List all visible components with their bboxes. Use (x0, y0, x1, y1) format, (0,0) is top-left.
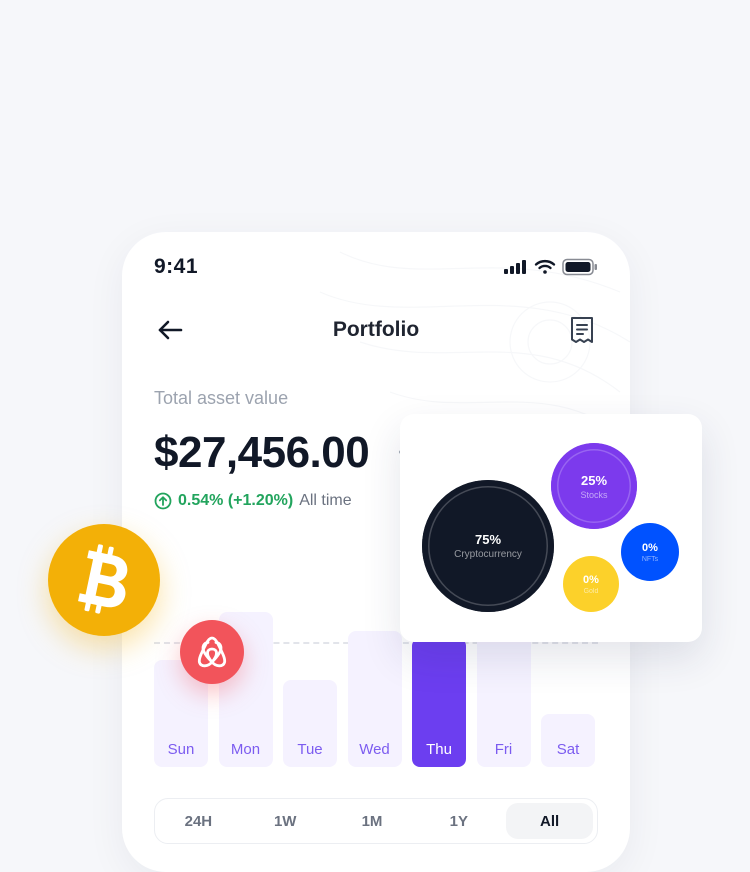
chart-label-fri: Fri (494, 741, 513, 758)
wifi-icon (534, 259, 556, 274)
period-tabs: 24H 1W 1M 1Y All (154, 798, 598, 844)
allocation-percent: 25% (580, 472, 608, 488)
total-asset-value: $27,456.00 (154, 428, 370, 477)
chart-label-sat: Sat (556, 741, 580, 758)
period-tab-all[interactable]: All (506, 803, 593, 839)
bitcoin-badge (48, 524, 160, 636)
allocation-percent: 75% (474, 532, 502, 547)
receipt-icon (570, 317, 593, 343)
chart-label-wed: Wed (359, 741, 390, 758)
arrow-up-circle-icon (154, 492, 172, 510)
airbnb-icon (197, 636, 227, 668)
chart-label-thu: Thu (426, 741, 452, 758)
chart-label-sun: Sun (167, 741, 195, 758)
signal-icon (504, 260, 526, 274)
allocation-card: 75% Cryptocurrency 25% Stocks 0% NFTs 0% Gold (400, 414, 702, 642)
status-icons (504, 258, 598, 276)
total-asset-label: Total asset value (154, 388, 289, 408)
nav-bar: Portfolio (154, 314, 598, 346)
allocation-label: NFTs (641, 555, 659, 563)
arrow-left-icon (158, 320, 183, 340)
allocation-label: Stocks (580, 489, 608, 500)
allocation-percent: 0% (583, 573, 599, 586)
period-tab-1m[interactable]: 1M (329, 799, 416, 843)
chart-label-mon: Mon (230, 741, 261, 758)
period-tab-1w[interactable]: 1W (242, 799, 329, 843)
allocation-percent: 0% (642, 541, 658, 554)
airbnb-badge (180, 620, 244, 684)
period-tab-24h[interactable]: 24H (155, 799, 242, 843)
page-title: Portfolio (332, 318, 420, 341)
allocation-bubble-stocks[interactable]: 25% Stocks (551, 443, 637, 529)
allocation-label: Gold (583, 587, 599, 595)
battery-icon (562, 258, 597, 276)
back-button[interactable] (154, 314, 186, 346)
change-range: All time (299, 492, 352, 509)
receipt-button[interactable] (566, 314, 598, 346)
allocation-bubble-cryptocurrency[interactable]: 75% Cryptocurrency (422, 480, 554, 612)
allocation-label: Cryptocurrency (454, 549, 522, 560)
change-value: 0.54% (+1.20%) (178, 492, 294, 509)
bitcoin-icon (78, 544, 128, 614)
allocation-bubble-nfts[interactable]: 0% NFTs (621, 523, 679, 581)
status-bar: 9:41 (154, 252, 598, 282)
status-time: 9:41 (154, 255, 199, 278)
period-tab-1y[interactable]: 1Y (415, 799, 502, 843)
allocation-bubble-gold[interactable]: 0% Gold (563, 556, 619, 612)
chart-label-tue: Tue (297, 741, 323, 758)
change-row: 0.54% (+1.20%) All time (154, 492, 352, 510)
